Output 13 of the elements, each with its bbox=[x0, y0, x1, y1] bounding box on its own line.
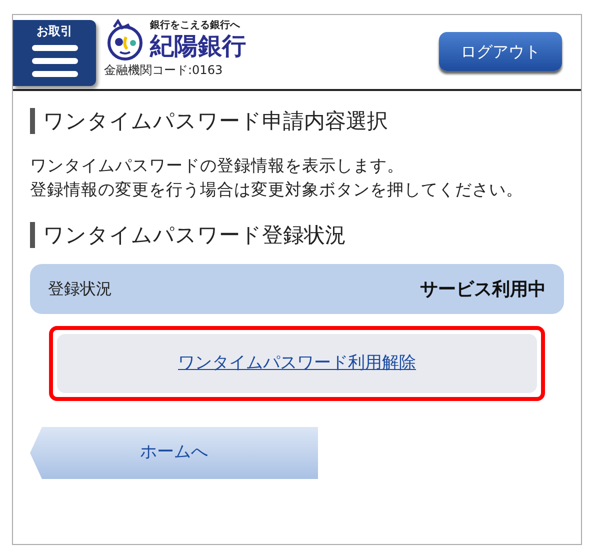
bank-code: 金融機関コード:0163 bbox=[104, 63, 224, 77]
status-label: 登録状況 bbox=[48, 278, 112, 300]
bank-name: 紀陽銀行 bbox=[150, 32, 246, 60]
section-title: ワンタイムパスワード登録状況 bbox=[30, 222, 564, 248]
page-title: ワンタイムパスワード申請内容選択 bbox=[30, 108, 564, 134]
home-button[interactable]: ホームへ bbox=[30, 427, 318, 479]
description-text: 登録情報の変更を行う場合は変更対象ボタンを押してください。 bbox=[30, 179, 524, 201]
tagline: 銀行をこえる銀行へ bbox=[150, 20, 241, 32]
description-text: ワンタイムパスワードの登録情報を表示します。 bbox=[30, 155, 405, 177]
menu-icon bbox=[32, 43, 78, 77]
menu-button[interactable]: お取引 bbox=[13, 20, 96, 86]
status-value: サービス利用中 bbox=[420, 278, 546, 302]
logout-button[interactable]: ログアウト bbox=[439, 32, 562, 71]
